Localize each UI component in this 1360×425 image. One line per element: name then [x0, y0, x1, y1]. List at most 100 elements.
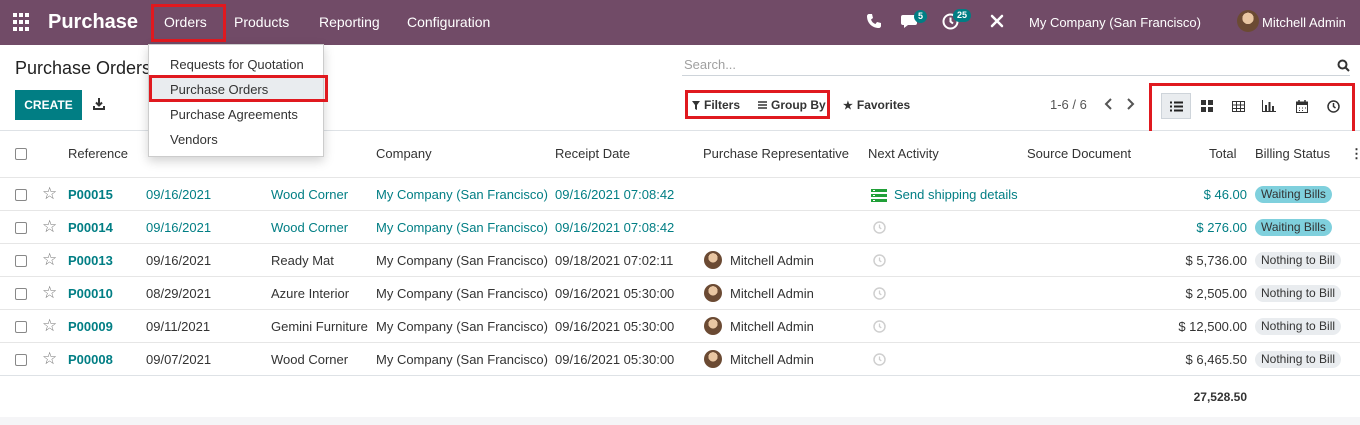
search-icon[interactable]: [1337, 59, 1350, 72]
billing-status-badge: Nothing to Bill: [1255, 252, 1342, 269]
purchase-representative: Mitchell Admin: [730, 319, 814, 334]
star-icon: ★: [843, 99, 853, 112]
billing-status-badge: Nothing to Bill: [1255, 318, 1342, 335]
column-company[interactable]: Company: [376, 146, 432, 161]
receipt-date: 09/16/2021 05:30:00: [555, 286, 675, 301]
order-date: 09/07/2021: [146, 352, 212, 367]
activity-todo-icon[interactable]: [871, 189, 887, 202]
optional-columns-icon[interactable]: ⋮: [1350, 146, 1360, 162]
search-input[interactable]: [682, 54, 1350, 76]
order-date: 09/11/2021: [146, 319, 211, 334]
receipt-date: 09/16/2021 05:30:00: [555, 319, 675, 334]
vendor: Wood Corner: [271, 187, 349, 202]
next-activity[interactable]: Send shipping details: [894, 187, 1018, 202]
column-reference[interactable]: Reference: [68, 146, 128, 161]
apps-menu-icon[interactable]: [13, 13, 31, 31]
download-icon[interactable]: [93, 97, 105, 111]
pager-previous-icon[interactable]: [1104, 97, 1113, 113]
column-source-document[interactable]: Source Document: [1027, 146, 1131, 161]
phone-icon[interactable]: [866, 13, 882, 29]
receipt-date: 09/16/2021 07:08:42: [555, 187, 675, 202]
pager-next-icon[interactable]: [1126, 97, 1135, 113]
menu-reporting[interactable]: Reporting: [319, 14, 380, 30]
company: My Company (San Francisco): [376, 220, 548, 235]
menu-configuration[interactable]: Configuration: [407, 14, 490, 30]
purchase-representative: Mitchell Admin: [730, 352, 814, 367]
purchase-orders-highlight-box: [149, 75, 328, 102]
company-switcher[interactable]: My Company (San Francisco): [1029, 15, 1201, 30]
favorites-button[interactable]: ★ Favorites: [843, 98, 910, 112]
order-reference[interactable]: P00010: [68, 286, 113, 301]
table-row[interactable]: ☆ P00013 09/16/2021 Ready Mat My Company (Sa…: [0, 243, 1360, 276]
pager-value[interactable]: 1-6 / 6: [1050, 97, 1087, 112]
messages-count-badge: 5: [914, 10, 928, 23]
order-total: $ 12,500.00: [1178, 319, 1247, 334]
menu-products[interactable]: Products: [234, 14, 289, 30]
create-button[interactable]: CREATE: [15, 90, 82, 120]
priority-star-icon[interactable]: ☆: [42, 184, 57, 204]
row-checkbox[interactable]: [15, 288, 27, 300]
row-checkbox[interactable]: [15, 321, 27, 333]
menu-purchase-agreements[interactable]: Purchase Agreements: [149, 102, 323, 126]
menu-vendors[interactable]: Vendors: [149, 127, 323, 151]
row-checkbox[interactable]: [15, 222, 27, 234]
order-reference[interactable]: P00008: [68, 352, 113, 367]
column-purchase-representative[interactable]: Purchase Representative: [703, 146, 849, 161]
app-name[interactable]: Purchase: [48, 11, 138, 34]
page-title: Purchase Orders: [15, 58, 152, 78]
total-sum: 27,528.50: [1193, 390, 1247, 404]
activity-clock-icon[interactable]: [873, 353, 886, 366]
column-total[interactable]: Total: [1209, 146, 1236, 161]
activity-clock-icon[interactable]: [873, 320, 886, 333]
order-date: 08/29/2021: [146, 286, 212, 301]
table-row[interactable]: ☆ P00009 09/11/2021 Gemini Furniture My Comp…: [0, 309, 1360, 342]
priority-star-icon[interactable]: ☆: [42, 283, 57, 303]
row-checkbox[interactable]: [15, 354, 27, 366]
menu-requests-for-quotation[interactable]: Requests for Quotation: [149, 52, 323, 76]
purchase-orders-table: Reference Company Receipt Date Purchase …: [0, 131, 1360, 417]
billing-status-badge: Nothing to Bill: [1255, 285, 1342, 302]
table-row[interactable]: ☆ P00008 09/07/2021 Wood Corner My Company (…: [0, 342, 1360, 375]
order-reference[interactable]: P00014: [68, 220, 113, 235]
table-row[interactable]: ☆ P00010 08/29/2021 Azure Interior My Compan…: [0, 276, 1360, 309]
table-footer: 27,528.50: [0, 375, 1360, 417]
order-date: 09/16/2021: [146, 253, 212, 268]
table-row[interactable]: ☆ P00014 09/16/2021 Wood Corner My Company (…: [0, 210, 1360, 243]
order-total: $ 5,736.00: [1185, 253, 1247, 268]
order-reference[interactable]: P00009: [68, 319, 113, 334]
favorites-label: Favorites: [856, 98, 911, 112]
order-reference[interactable]: P00015: [68, 187, 113, 202]
column-next-activity[interactable]: Next Activity: [868, 146, 939, 161]
activity-clock-icon[interactable]: [873, 287, 886, 300]
row-checkbox[interactable]: [15, 189, 27, 201]
user-avatar[interactable]: [1237, 10, 1259, 32]
representative-avatar: [704, 350, 722, 368]
orders-highlight-box: [151, 4, 226, 42]
order-date: 09/16/2021: [146, 187, 212, 202]
order-total: $ 276.00: [1196, 220, 1247, 235]
billing-status-badge: Waiting Bills: [1255, 219, 1332, 236]
vendor: Wood Corner: [271, 352, 349, 367]
activity-clock-icon[interactable]: [873, 221, 886, 234]
activity-clock-icon[interactable]: [873, 254, 886, 267]
row-checkbox[interactable]: [15, 255, 27, 267]
filters-highlight-box: [685, 90, 830, 119]
company: My Company (San Francisco): [376, 319, 548, 334]
order-date: 09/16/2021: [146, 220, 212, 235]
table-row[interactable]: ☆ P00015 09/16/2021 Wood Corner My Company (…: [0, 177, 1360, 210]
priority-star-icon[interactable]: ☆: [42, 250, 57, 270]
column-receipt-date[interactable]: Receipt Date: [555, 146, 630, 161]
vendor: Wood Corner: [271, 220, 349, 235]
order-total: $ 2,505.00: [1185, 286, 1247, 301]
priority-star-icon[interactable]: ☆: [42, 349, 57, 369]
select-all-checkbox[interactable]: [15, 148, 27, 160]
representative-avatar: [704, 317, 722, 335]
column-billing-status[interactable]: Billing Status: [1255, 146, 1330, 161]
order-total: $ 46.00: [1203, 187, 1247, 202]
priority-star-icon[interactable]: ☆: [42, 217, 57, 237]
order-reference[interactable]: P00013: [68, 253, 113, 268]
user-menu[interactable]: Mitchell Admin: [1262, 15, 1346, 30]
tools-icon[interactable]: [990, 14, 1004, 28]
vendor: Azure Interior: [271, 286, 350, 301]
priority-star-icon[interactable]: ☆: [42, 316, 57, 336]
